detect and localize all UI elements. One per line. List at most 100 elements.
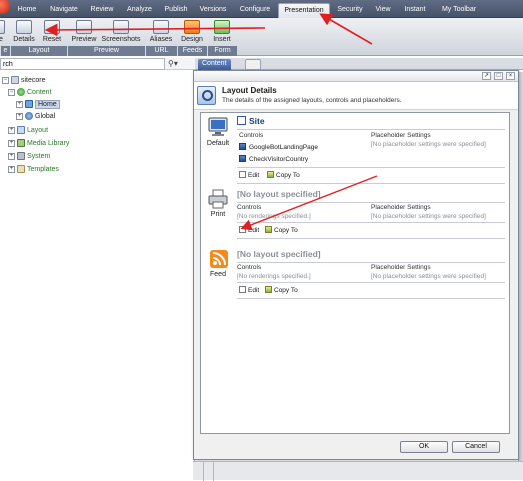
search-icon[interactable]: ⚲▾ — [168, 59, 178, 68]
aliases-button[interactable]: Aliases — [148, 20, 174, 43]
tree-node-system[interactable]: + System — [8, 152, 50, 162]
copy-to-link[interactable]: Copy To — [267, 171, 300, 179]
divider — [237, 262, 505, 263]
divider — [237, 202, 505, 203]
global-globe-icon — [25, 112, 33, 121]
edit-link[interactable]: Edit — [239, 171, 259, 179]
tab-second[interactable] — [245, 59, 261, 70]
menu-tab-publish[interactable]: Publish — [162, 3, 190, 18]
reset-button[interactable]: Reset — [40, 20, 64, 43]
details-button[interactable]: Details — [12, 20, 36, 43]
divider — [237, 183, 505, 184]
tree-label-system: System — [27, 153, 51, 160]
tree-label-media-library: Media Library — [27, 140, 70, 147]
ok-button[interactable]: OK — [400, 441, 448, 453]
copy-to-link[interactable]: Copy To — [265, 226, 298, 234]
menu-tab-home[interactable]: Home — [14, 3, 40, 18]
content-editor-tabs: Content — [195, 58, 523, 70]
dialog-subtitle: The details of the assigned layouts, con… — [222, 97, 402, 104]
group-url: URL — [145, 46, 177, 56]
cut-off-button-label: e — [0, 36, 3, 43]
close-window-icon[interactable]: × — [506, 72, 515, 80]
tree-node-templates[interactable]: + Templates — [8, 165, 59, 175]
device-name-feed: Feed — [210, 271, 226, 278]
edit-icon — [239, 286, 246, 293]
tree-label-global: Global — [35, 113, 56, 120]
restore-window-icon[interactable]: ↗ — [482, 72, 491, 80]
tree-node-sitecore[interactable]: − sitecore — [2, 76, 46, 86]
layout-name: Site — [249, 116, 265, 126]
tree-node-home[interactable]: + Home — [16, 100, 60, 110]
menu-tab-configure[interactable]: Configure — [236, 3, 274, 18]
expand-icon[interactable]: + — [16, 112, 23, 120]
preview-button[interactable]: Preview — [70, 20, 98, 43]
tree-label-templates: Templates — [27, 166, 59, 173]
templates-icon — [17, 165, 25, 174]
menu-tab-analyze[interactable]: Analyze — [123, 3, 156, 18]
layout-title-none: [No layout specified] — [237, 249, 321, 259]
control-name: CheckVisitorCountry — [249, 156, 309, 163]
tree-node-media-library[interactable]: + Media Library — [8, 139, 69, 149]
expand-icon[interactable]: + — [8, 139, 15, 147]
insert-button[interactable]: Insert — [210, 20, 234, 43]
edit-link[interactable]: Edit — [239, 286, 259, 294]
menu-tab-view[interactable]: View — [371, 3, 395, 18]
layout-details-dialog: ↗ □ × Layout Details The details of the … — [193, 70, 519, 460]
edit-link[interactable]: Edit — [239, 226, 259, 234]
menu-tab-security[interactable]: Security — [334, 3, 366, 18]
placeholder-note: [No placeholder settings were specified] — [371, 273, 486, 280]
ribbon-button-cut-off[interactable]: e — [0, 20, 6, 43]
placeholder-settings-header: Placeholder Settings — [371, 264, 431, 271]
no-renderings-note: [No renderings specified.] — [237, 273, 311, 280]
screenshots-button[interactable]: Screenshots — [100, 20, 142, 43]
content-globe-icon — [17, 88, 25, 97]
menu-tab-instant[interactable]: Instant — [400, 3, 430, 18]
expand-icon[interactable]: + — [8, 152, 15, 160]
design-button[interactable]: Design — [180, 20, 204, 43]
tab-content[interactable]: Content — [198, 59, 231, 70]
menu-tab-my-toolbar[interactable]: My Toolbar — [437, 3, 481, 18]
collapse-icon[interactable]: − — [2, 76, 9, 84]
aliases-icon — [153, 20, 169, 34]
tree-node-layout[interactable]: + Layout — [8, 126, 48, 136]
placeholder-note: [No placeholder settings were specified] — [371, 213, 486, 220]
group-cut-off: e — [0, 46, 10, 56]
expand-icon[interactable]: + — [8, 126, 15, 134]
tree-label-sitecore: sitecore — [21, 77, 46, 84]
cancel-button[interactable]: Cancel — [452, 441, 500, 453]
menu-tab-presentation[interactable]: Presentation — [278, 3, 330, 18]
menu-tab-navigate[interactable]: Navigate — [46, 3, 82, 18]
screenshots-button-label: Screenshots — [101, 36, 141, 43]
tree-node-global[interactable]: + Global — [16, 112, 55, 122]
edit-label: Edit — [248, 227, 260, 234]
maximize-window-icon[interactable]: □ — [494, 72, 503, 80]
divider — [213, 462, 214, 481]
control-item[interactable]: CheckVisitorCountry — [239, 155, 308, 163]
expand-icon[interactable]: + — [8, 165, 15, 173]
tree-node-content[interactable]: − Content — [8, 88, 52, 98]
tree-search-row: ⚲▾ — [0, 58, 195, 70]
expand-icon[interactable]: + — [16, 100, 23, 108]
rendering-icon — [239, 143, 246, 150]
menu-tab-review[interactable]: Review — [88, 3, 116, 18]
layout-title-site[interactable]: Site — [237, 116, 265, 126]
copy-to-icon — [267, 171, 274, 178]
group-form: Form — [207, 46, 237, 56]
collapse-icon[interactable]: − — [8, 88, 15, 96]
copy-to-link[interactable]: Copy To — [265, 286, 298, 294]
copy-to-label: Copy To — [274, 287, 298, 294]
insert-form-icon — [214, 20, 230, 34]
control-item[interactable]: GoogleBotLandingPage — [239, 143, 318, 151]
divider — [237, 238, 505, 239]
reset-icon — [44, 20, 60, 34]
binoculars-icon — [113, 20, 129, 34]
rss-feed-icon — [210, 250, 228, 268]
divider — [237, 298, 505, 299]
layout-page-icon — [237, 116, 246, 125]
preview-page-icon — [76, 20, 92, 34]
insert-button-label: Insert — [213, 36, 231, 43]
tree-label-home: Home — [35, 100, 60, 109]
menu-tab-versions[interactable]: Versions — [196, 3, 230, 18]
tree-search-input[interactable] — [0, 58, 165, 70]
app-logo-icon[interactable] — [0, 0, 10, 14]
